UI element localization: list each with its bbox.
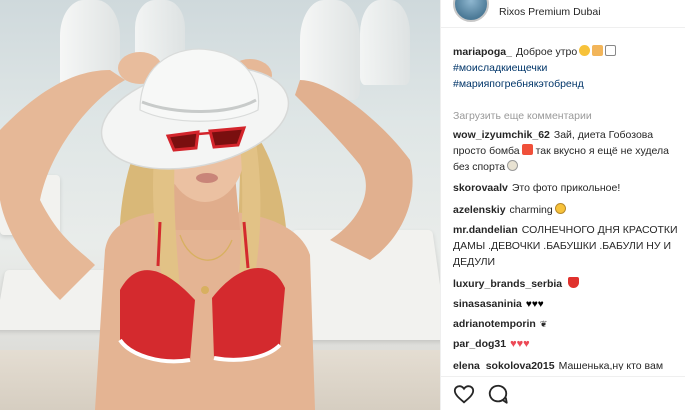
comment-item: skorovaalv Это фото прикольное!: [453, 180, 681, 196]
comment-text: charming: [509, 204, 553, 216]
sunrise-emoji-icon: [605, 45, 617, 56]
caption-username[interactable]: mariapoga_: [453, 46, 512, 58]
comment-text: Это фото прикольное!: [511, 182, 621, 194]
post-photo[interactable]: [0, 0, 440, 410]
comment-item: wow_izyumchik_62 Зай, диета Гобозова прос…: [453, 127, 681, 175]
comment-username[interactable]: elena_sokolova2015: [453, 360, 555, 370]
post-header: Rixos Premium Dubai: [441, 0, 685, 28]
post-caption: mariapoga_ Доброе утро #моисладкиещечки #…: [453, 44, 681, 92]
heart-outline-icon[interactable]: [453, 383, 475, 405]
comment-list: mariapoga_ Доброе утро #моисладкиещечки #…: [441, 40, 685, 370]
comment-item: mr.dandelian СОЛНЕЧНОГО ДНЯ КРАСОТКИ ДАМЫ…: [453, 222, 681, 270]
explosion-emoji-icon: [521, 144, 533, 155]
comment-item: azelenskiy charming: [453, 202, 681, 218]
avatar[interactable]: [453, 0, 489, 22]
woman-figure: [0, 48, 413, 410]
comment-item: elena_sokolova2015 Машенька,ну кто вам: [453, 358, 681, 370]
dress-emoji-icon: [568, 277, 580, 288]
magnifier-emoji-icon: [507, 160, 519, 171]
comment-item: par_dog31 ♥♥♥: [453, 336, 681, 352]
comments-panel: Rixos Premium Dubai mariapoga_ Доброе утр…: [440, 0, 685, 410]
heart-suit-icon: ❦: [539, 319, 548, 329]
comment-item: adrianotemporin ❦: [453, 316, 681, 332]
hashtag-link[interactable]: #моисладкиещечки: [453, 60, 681, 76]
comment-username[interactable]: luxury_brands_serbia: [453, 278, 562, 290]
comment-username[interactable]: sinasasaninia: [453, 298, 522, 310]
comment-username[interactable]: par_dog31: [453, 338, 506, 350]
comment-text: ♥♥♥: [510, 338, 530, 350]
load-more-comments-button[interactable]: Загрузить еще комментарии: [453, 108, 681, 124]
comment-username[interactable]: wow_izyumchik_62: [453, 129, 550, 141]
comment-username[interactable]: mr.dandelian: [453, 224, 518, 236]
comment-item: sinasasaninia ♥♥♥: [453, 296, 681, 313]
hashtag-link[interactable]: #марияпогребнякэтобренд: [453, 76, 681, 92]
caption-text: Доброе утро: [515, 46, 578, 58]
comment-username[interactable]: skorovaalv: [453, 182, 508, 194]
wink-emoji-icon: [579, 45, 591, 56]
comment-username[interactable]: adrianotemporin: [453, 318, 536, 330]
post-location[interactable]: Rixos Premium Dubai: [499, 6, 601, 18]
comment-text: Машенька,ну кто вам: [558, 360, 664, 370]
ok-hand-emoji-icon: [592, 45, 604, 56]
comment-bubble-icon[interactable]: [487, 383, 509, 405]
post-actions-bar: [441, 376, 685, 410]
comment-item: luxury_brands_serbia: [453, 276, 681, 292]
smile-emoji-icon: [554, 203, 566, 214]
comment-username[interactable]: azelenskiy: [453, 204, 506, 216]
comment-text: ♥♥♥: [525, 299, 544, 310]
